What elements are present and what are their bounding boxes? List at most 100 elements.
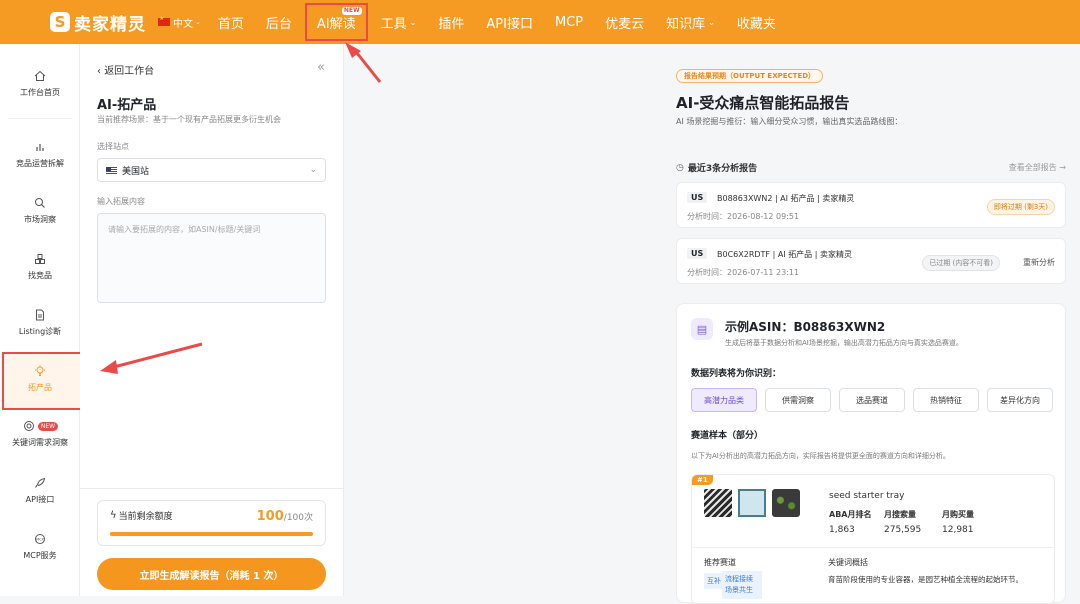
sidebar-item-mcp[interactable]: MCP MCP服务	[0, 532, 80, 561]
panel-subtitle: 当前推荐场景：基于一个现有产品拓展更多衍生机会	[97, 115, 281, 124]
main-nav: 首页 后台 AI解读 NEW 工具 ⌄ 插件 API接口 MCP 优麦云 知识库 ⌄ …	[207, 0, 787, 44]
keyword-summary-text: 育苗阶段使用的专业容器，是园艺种植全流程的起始环节。	[828, 575, 1023, 584]
report-item-time: 分析时间：2026-07-11 23:11	[687, 268, 800, 277]
quota-box: ϟ 当前剩余额度 100/100次	[97, 500, 326, 546]
sidebar-item-label: 拓产品	[28, 383, 52, 392]
product-image	[704, 489, 732, 517]
expand-content-input[interactable]: 请输入要拓展的内容，如ASIN/标题/关键词	[97, 213, 326, 303]
metric-label: 月购买量	[942, 510, 974, 519]
product-image	[772, 489, 800, 517]
metric-value: 275,595	[884, 525, 922, 535]
country-badge: US	[687, 192, 708, 203]
sidebar-item-keyword[interactable]: NEW 关键词需求洞察	[0, 419, 80, 448]
new-badge: NEW	[37, 421, 59, 431]
nav-ai-interpret[interactable]: AI解读 NEW	[304, 3, 368, 41]
recent-report-card[interactable]: US B08863XWN2 | AI 拓产品 | 卖家精灵 分析时间：2026-…	[676, 182, 1066, 228]
recent-report-card[interactable]: US B0C6X2RDTF | AI 拓产品 | 卖家精灵 分析时间：2026-…	[676, 238, 1066, 284]
output-expected-tag: 报告结果预期（OUTPUT EXPECTED）	[676, 69, 824, 83]
bar-chart-icon	[33, 140, 47, 154]
quota-progress-fill	[110, 532, 313, 536]
sidebar-item-workbench[interactable]: 工作台首页	[0, 69, 80, 98]
track-sample-heading: 赛道样本（部分）	[691, 431, 764, 441]
nav-mcp[interactable]: MCP	[544, 0, 594, 44]
sidebar-item-competitor[interactable]: 竞品运营拆解	[0, 140, 80, 169]
collapse-panel-icon[interactable]: «	[317, 60, 325, 75]
nav-backend[interactable]: 后台	[255, 0, 303, 44]
report-item-title: B08863XWN2 | AI 拓产品 | 卖家精灵	[717, 194, 855, 203]
back-label: 返回工作台	[104, 66, 155, 77]
report-preview: 报告结果预期（OUTPUT EXPECTED） AI-受众痛点智能拓品报告 AI…	[344, 44, 1080, 604]
expired-badge: 已过期 (内容不可看)	[922, 255, 1000, 271]
recent-head-label: 最近3条分析报告	[687, 164, 758, 174]
bolt-icon: ϟ	[110, 510, 117, 521]
panel-title: AI-拓产品	[97, 98, 157, 113]
chip-track[interactable]: 选品赛道	[839, 388, 905, 412]
quota-progress-bar	[110, 532, 313, 536]
report-item-title: B0C6X2RDTF | AI 拓产品 | 卖家精灵	[717, 250, 852, 259]
sidebar-item-find-competitor[interactable]: 找竞品	[0, 252, 80, 281]
sidebar-item-listing[interactable]: Listing诊断	[0, 308, 80, 337]
language-selector[interactable]: 中文 ⌄	[158, 15, 201, 30]
product-image	[738, 489, 766, 517]
reanalyze-button[interactable]: 重新分析	[1023, 257, 1055, 268]
category-chips: 高潜力品类 供需洞察 选品赛道 热销特征 差异化方向	[691, 388, 1053, 412]
expiring-badge: 即将过期 (剩3天)	[986, 199, 1055, 215]
back-to-workbench-link[interactable]: ‹ 返回工作台	[97, 62, 154, 77]
chip-high-potential[interactable]: 高潜力品类	[691, 388, 757, 412]
divider	[692, 547, 1054, 548]
site-value: 美国站	[122, 166, 150, 177]
view-all-reports-link[interactable]: 查看全部报告 →	[1009, 162, 1066, 173]
example-subtitle: 生成后将基于数据分析和AI场景挖掘，输出高潜力拓品方向与真实选品赛道。	[725, 339, 963, 347]
product-name: seed starter tray	[829, 491, 905, 501]
nav-plugins[interactable]: 插件	[427, 0, 475, 44]
nav-tools[interactable]: 工具 ⌄	[370, 0, 428, 44]
sidebar-item-market[interactable]: 市场洞察	[0, 196, 80, 225]
sidebar-item-label: API接口	[25, 495, 55, 504]
sidebar-item-label: MCP服务	[23, 551, 57, 560]
chip-hot-features[interactable]: 热销特征	[913, 388, 979, 412]
sidebar-item-label: 竞品运营拆解	[16, 159, 64, 168]
track-sample-subtitle: 以下为AI分析出的高潜力拓品方向，实际报告将提供更全面的赛道方向和详细分析。	[691, 452, 950, 460]
sidebar-item-api[interactable]: API接口	[0, 476, 80, 505]
example-asin-title: 示例ASIN：B08863XWN2	[725, 320, 886, 334]
nav-label: 收藏夹	[736, 16, 776, 32]
country-badge: US	[687, 248, 708, 259]
document-icon: ▤	[691, 318, 713, 340]
divider	[80, 488, 344, 489]
nav-label: AI解读	[316, 16, 356, 32]
metric-value: 12,981	[942, 525, 974, 535]
target-icon	[22, 419, 36, 433]
nav-home[interactable]: 首页	[207, 0, 255, 44]
chip-supply-demand[interactable]: 供需洞察	[765, 388, 831, 412]
document-icon	[33, 308, 47, 322]
nav-label: 知识库	[666, 16, 706, 32]
site-select[interactable]: 美国站 ⌄	[97, 158, 326, 182]
nav-knowledge[interactable]: 知识库 ⌄	[655, 0, 726, 44]
report-title: AI-受众痛点智能拓品报告	[676, 94, 850, 112]
logo[interactable]: S 卖家精灵	[50, 10, 146, 35]
search-icon	[33, 196, 47, 210]
nav-label: 首页	[217, 16, 244, 32]
metric-label: ABA月排名	[829, 510, 872, 519]
nav-label: 插件	[438, 16, 465, 32]
nav-label: 后台	[265, 16, 292, 32]
site-label: 选择站点	[97, 142, 129, 151]
rank-badge: #1	[692, 475, 713, 485]
language-label: 中文	[173, 18, 193, 30]
recent-reports-header: ◷ 最近3条分析报告 查看全部报告 →	[676, 161, 1066, 175]
relation-detail-tag: 流程接续场景共生	[722, 571, 762, 599]
logo-icon: S	[50, 12, 70, 32]
nav-label: API接口	[486, 16, 533, 32]
sidebar-item-label: 市场洞察	[24, 215, 56, 224]
form-panel: ‹ 返回工作台 « AI-拓产品 当前推荐场景：基于一个现有产品拓展更多衍生机会…	[80, 44, 344, 596]
input-label: 输入拓展内容	[97, 197, 145, 206]
nav-favorites[interactable]: 收藏夹	[726, 0, 787, 44]
nav-youmaiyun[interactable]: 优麦云	[594, 0, 655, 44]
generate-report-button[interactable]: 立即生成解读报告（消耗 1 次）	[97, 558, 326, 590]
keyword-summary-label: 关键词概括	[828, 558, 868, 567]
nav-api[interactable]: API接口	[475, 0, 544, 44]
quota-remaining: 100	[256, 509, 284, 524]
chip-differentiation[interactable]: 差异化方向	[987, 388, 1053, 412]
sidebar-item-expand-product[interactable]: 拓产品	[0, 364, 80, 393]
icon-sidebar: 工作台首页 竞品运营拆解 市场洞察 找竞品 Listing诊断 拓产品 NEW …	[0, 44, 83, 596]
